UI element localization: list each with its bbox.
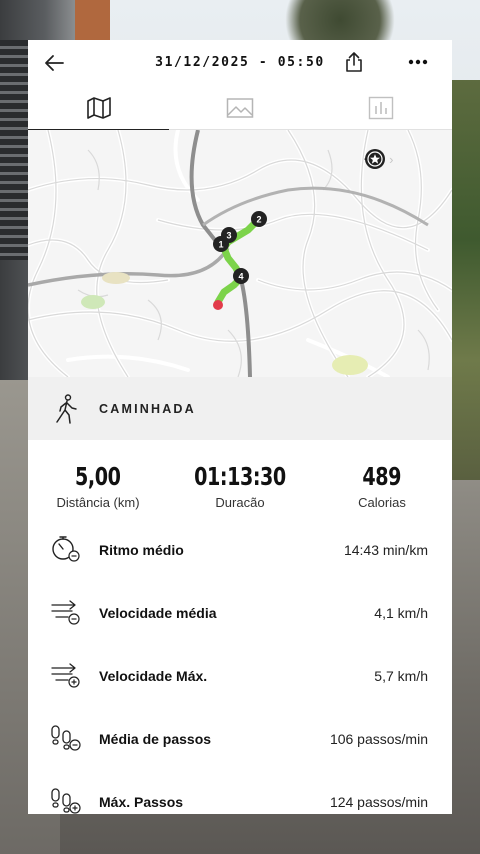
svg-text:3: 3	[226, 231, 231, 241]
more-options-button[interactable]	[406, 50, 430, 74]
metric-row-max-steps: Máx. Passos 124 passos/min	[28, 772, 452, 814]
metric-value: 106 passos/min	[329, 731, 428, 747]
tab-map[interactable]	[28, 86, 169, 131]
metric-label: Média de passos	[99, 731, 212, 747]
activity-type-row: CAMINHADA	[28, 377, 452, 440]
metric-value: 4,1 km/h	[374, 605, 428, 621]
svg-text:1: 1	[218, 240, 223, 250]
metric-value: 124 passos/min	[329, 794, 428, 810]
page-title: 31/12/2025 - 05:50	[155, 55, 325, 70]
route-map[interactable]: 1 2 3 4 +9 ›	[28, 130, 452, 377]
calories-label: Calorias	[358, 495, 406, 510]
duration-value: 01:13:30	[194, 462, 286, 491]
summary-stats: 5,00 Distância (km) 01:13:30 Duracão 489…	[28, 440, 452, 520]
distance-value: 5,00	[75, 462, 121, 491]
metric-value: 5,7 km/h	[374, 668, 428, 684]
stat-calories: 489 Calorias	[312, 462, 452, 510]
metric-label: Máx. Passos	[99, 794, 184, 810]
tab-photos[interactable]	[169, 86, 310, 130]
activity-type-label: CAMINHADA	[99, 401, 196, 416]
footsteps-max-icon	[51, 788, 81, 814]
share-button[interactable]	[342, 50, 366, 74]
tab-charts[interactable]	[310, 86, 451, 130]
star-medal-icon	[365, 149, 385, 169]
metric-label: Ritmo médio	[99, 542, 184, 558]
bar-chart-icon	[368, 96, 393, 120]
stopwatch-icon	[52, 536, 80, 562]
metric-label: Velocidade média	[99, 605, 217, 621]
metric-row-avg-pace: Ritmo médio 14:43 min/km	[28, 520, 452, 583]
share-icon	[346, 52, 362, 72]
svg-text:4: 4	[238, 272, 243, 282]
metric-value: 14:43 min/km	[343, 542, 428, 558]
footsteps-average-icon	[51, 725, 81, 751]
svg-text:2: 2	[256, 215, 261, 225]
stat-duration: 01:13:30 Duracão	[170, 462, 310, 510]
image-icon	[226, 98, 253, 118]
map-icon	[86, 96, 111, 119]
metric-label: Velocidade Máx.	[99, 668, 208, 684]
distance-label: Distância (km)	[56, 495, 140, 510]
top-bar: 31/12/2025 - 05:50	[28, 40, 452, 86]
metric-row-avg-steps: Média de passos 106 passos/min	[28, 709, 452, 772]
speed-max-icon	[51, 663, 80, 688]
chevron-right-icon: ›	[389, 151, 394, 167]
achievements-badge[interactable]: +9 ›	[364, 148, 393, 170]
stat-distance: 5,00 Distância (km)	[28, 462, 168, 510]
metric-row-avg-speed: Velocidade média 4,1 km/h	[28, 583, 452, 646]
view-tabs	[28, 86, 452, 131]
metric-row-max-speed: Velocidade Máx. 5,7 km/h	[28, 646, 452, 709]
calories-value: 489	[362, 462, 402, 491]
walking-person-icon	[56, 393, 77, 424]
duration-label: Duracão	[215, 495, 265, 510]
more-horizontal-icon	[408, 59, 428, 65]
speed-average-icon	[51, 600, 80, 625]
activity-detail-card: 31/12/2025 - 05:50 1 2 3 4 › CAMINHADA 5…	[28, 40, 452, 814]
